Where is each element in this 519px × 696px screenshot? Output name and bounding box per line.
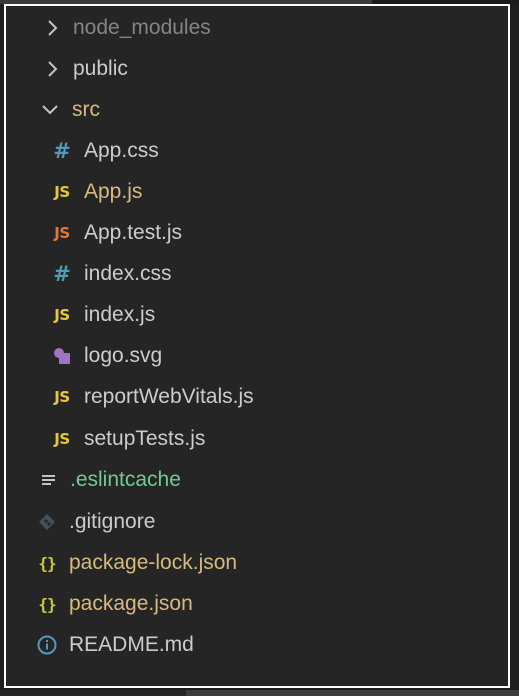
css-file-icon: # <box>53 262 71 286</box>
tree-item-logo-svg[interactable]: logo.svg <box>6 336 508 376</box>
tree-item-label: logo.svg <box>84 344 163 367</box>
js-file-icon: JS <box>54 183 70 201</box>
lines-file-icon <box>38 468 60 492</box>
tree-item-app-test-js[interactable]: JS App.test.js <box>6 213 508 253</box>
tree-item-app-css[interactable]: # App.css <box>6 131 508 171</box>
bottom-border-strip <box>0 690 186 696</box>
chevron-down-icon <box>39 98 61 122</box>
tree-item-label: package.json <box>69 592 193 615</box>
js-file-icon: JS <box>54 306 70 324</box>
tree-item-public[interactable]: public <box>6 49 508 89</box>
tree-item-report-web-vitals-js[interactable]: JS reportWebVitals.js <box>6 377 508 417</box>
git-file-icon <box>36 510 58 534</box>
tree-item-package-lock-json[interactable]: {} package-lock.json <box>6 543 508 583</box>
tree-item-label: index.css <box>84 262 172 285</box>
tree-item-src[interactable]: src <box>6 90 508 130</box>
tree-item-label: setupTests.js <box>84 427 206 450</box>
js-file-icon: JS <box>54 430 70 448</box>
tree-item-label: node_modules <box>73 16 211 39</box>
screenshot-frame: node_modules public src # App.css JS App… <box>0 0 519 696</box>
tree-item-readme-md[interactable]: README.md <box>6 625 508 665</box>
tree-item-node-modules[interactable]: node_modules <box>6 8 508 48</box>
tree-item-label: .eslintcache <box>70 468 181 491</box>
tree-item-setup-tests-js[interactable]: JS setupTests.js <box>6 419 508 459</box>
js-test-file-icon: JS <box>54 224 70 242</box>
tree-item-label: src <box>72 98 100 121</box>
file-explorer-tree: node_modules public src # App.css JS App… <box>4 4 510 688</box>
chevron-right-icon <box>44 16 62 40</box>
bottom-border-strip-gray <box>186 690 519 696</box>
css-file-icon: # <box>53 139 71 163</box>
js-file-icon: JS <box>54 388 70 406</box>
tree-item-package-json[interactable]: {} package.json <box>6 584 508 624</box>
tree-item-label: index.js <box>84 303 156 326</box>
svg-file-icon <box>51 344 73 368</box>
tree-item-label: public <box>73 57 128 80</box>
tree-item-app-js[interactable]: JS App.js <box>6 172 508 212</box>
info-file-icon <box>36 633 58 657</box>
json-file-icon: {} <box>38 594 56 614</box>
tree-item-label: App.js <box>84 180 143 203</box>
tree-item-label: App.test.js <box>84 221 183 244</box>
chevron-right-icon <box>44 57 62 81</box>
tree-item-index-css[interactable]: # index.css <box>6 254 508 294</box>
tree-item-label: README.md <box>69 633 194 656</box>
tree-item-gitignore[interactable]: .gitignore <box>6 502 508 542</box>
json-file-icon: {} <box>38 553 56 573</box>
tree-item-label: App.css <box>84 139 159 162</box>
tree-item-index-js[interactable]: JS index.js <box>6 295 508 335</box>
tree-item-label: package-lock.json <box>69 551 238 574</box>
tree-item-label: reportWebVitals.js <box>84 385 254 408</box>
tree-item-label: .gitignore <box>69 510 156 533</box>
tree-item-eslintcache[interactable]: .eslintcache <box>6 460 508 500</box>
